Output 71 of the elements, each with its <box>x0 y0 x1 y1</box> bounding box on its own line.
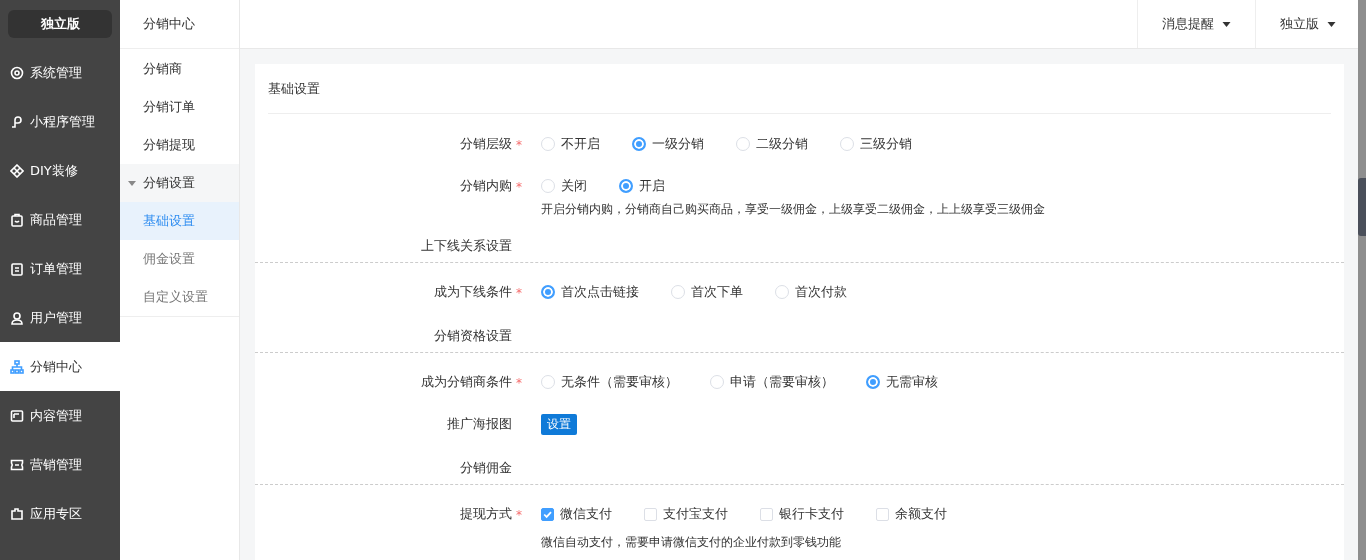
option-label: 一级分销 <box>652 135 704 153</box>
option-label: 支付宝支付 <box>663 505 728 523</box>
option-label: 首次下单 <box>691 283 743 301</box>
bag-icon <box>10 212 24 227</box>
required-mark: * <box>516 286 522 300</box>
submenu-item[interactable]: 分销提现 <box>120 126 239 164</box>
radio-button[interactable] <box>632 137 646 151</box>
section-heading: 分销佣金 <box>459 460 512 476</box>
diamond-icon <box>10 163 24 178</box>
scrollbar-thumb[interactable] <box>1358 178 1366 236</box>
option-label: 余额支付 <box>895 505 947 523</box>
settings-button[interactable]: 设置 <box>541 413 577 435</box>
help-text: 开启分销内购，分销商自己购买商品，享受一级佣金，上级享受二级佣金，上上级享受三级佣金 <box>541 201 1046 217</box>
section-heading: 分销资格设置 <box>433 328 512 344</box>
edition-badge[interactable]: 独立版 <box>8 10 112 38</box>
ticket-icon <box>10 457 24 472</box>
option-label: 无条件（需要审核） <box>561 373 678 391</box>
dropdown-menu[interactable]: 消息提醒 <box>1137 0 1255 48</box>
field-label: 成为下线条件 <box>434 284 512 299</box>
field-label: 分销层级 <box>460 136 512 151</box>
user-icon <box>10 310 24 325</box>
option-label: 二级分销 <box>756 135 808 153</box>
option-label: 无需审核 <box>886 373 938 391</box>
clipboard-icon <box>10 261 24 276</box>
sidebar-item[interactable]: 用户管理 <box>0 293 120 342</box>
option-label: 申请（需要审核） <box>730 373 834 391</box>
required-mark: * <box>516 376 522 390</box>
submenu-item[interactable]: 佣金设置 <box>120 240 239 278</box>
option-label: 三级分销 <box>860 135 912 153</box>
submenu-item[interactable]: 分销订单 <box>120 88 239 126</box>
org-chart-icon <box>10 359 24 374</box>
required-mark: * <box>516 138 522 152</box>
option-label: 首次付款 <box>795 283 847 301</box>
submenu-item[interactable]: 分销商 <box>120 50 239 88</box>
required-mark: * <box>516 508 522 522</box>
option-label: 银行卡支付 <box>779 505 844 523</box>
submenu-item[interactable]: 分销设置 <box>120 164 239 202</box>
sidebar-item[interactable]: 分销中心 <box>0 342 120 391</box>
sidebar-item[interactable]: 商品管理 <box>0 195 120 244</box>
sidebar-item[interactable]: 小程序管理 <box>0 97 120 146</box>
option-label: 不开启 <box>561 135 600 153</box>
sidebar-item[interactable]: DIY装修 <box>0 146 120 195</box>
option-label: 开启 <box>639 177 665 195</box>
option-label: 关闭 <box>561 177 587 195</box>
checkbox[interactable] <box>541 507 554 521</box>
required-mark: * <box>516 180 522 194</box>
radio-button[interactable] <box>541 285 555 299</box>
field-label: 提现方式 <box>460 506 512 521</box>
submenu-item[interactable]: 自定义设置 <box>120 278 239 316</box>
sidebar-item[interactable]: 应用专区 <box>0 489 120 538</box>
option-label: 首次点击链接 <box>561 283 639 301</box>
caret-icon <box>1327 21 1336 27</box>
caret-icon <box>128 180 136 186</box>
option-label: 微信支付 <box>560 505 612 523</box>
field-label: 推广海报图 <box>447 416 512 431</box>
submenu-title: 分销中心 <box>120 0 239 49</box>
radio-button[interactable] <box>866 375 880 389</box>
caret-icon <box>1222 21 1231 27</box>
field-label: 成为分销商条件 <box>421 374 512 389</box>
help-text: 微信自动支付，需要申请微信支付的企业付款到零钱功能 <box>541 534 842 550</box>
sidebar-item[interactable]: 内容管理 <box>0 391 120 440</box>
sidebar-item[interactable]: 订单管理 <box>0 244 120 293</box>
gear-icon <box>10 65 24 80</box>
section-heading: 上下线关系设置 <box>420 238 512 254</box>
field-label: 分销内购 <box>460 178 512 193</box>
scrollbar[interactable] <box>1358 0 1366 560</box>
sidebar-item[interactable]: 营销管理 <box>0 440 120 489</box>
radio-button[interactable] <box>619 179 633 193</box>
window-icon <box>10 408 24 423</box>
card-title: 基础设置 <box>268 79 320 98</box>
sidebar-item[interactable]: 系统管理 <box>0 48 120 97</box>
